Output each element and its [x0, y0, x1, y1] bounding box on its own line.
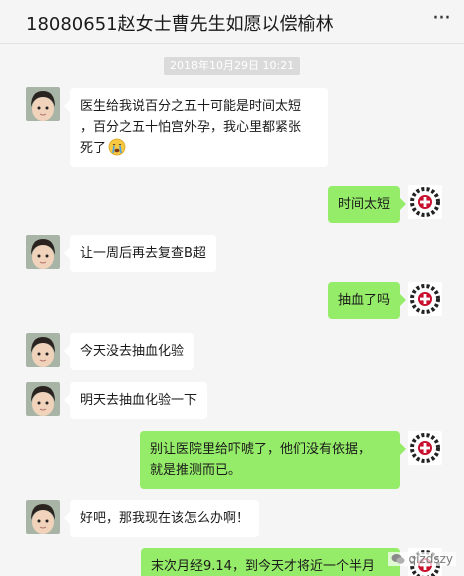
clinic-logo-icon — [408, 431, 442, 465]
message-bubble-outgoing[interactable]: 时间太短 — [327, 186, 407, 223]
message-text-line: 医生给我说百分之五十可能是时间太短 — [80, 99, 302, 114]
message-bubble-incoming[interactable]: 好吧，那我现在该怎么办啊！ — [63, 500, 260, 537]
child-avatar-icon — [26, 333, 60, 367]
message-text-line: 别让医院里给吓唬了，他们没有依据， — [150, 442, 372, 457]
message-bubble-incoming[interactable]: 医生给我说百分之五十可能是时间太短 ，百分之五十怕宫外孕，我心里都紧张 死了 — [64, 88, 328, 167]
message-text-line: 就是推测而已。 — [150, 463, 242, 478]
child-avatar-icon — [26, 87, 60, 121]
crying-face-icon — [108, 138, 126, 156]
message-text-fragment: 死了 — [80, 141, 107, 156]
message-bubble-incoming[interactable]: 明天去抽血化验一下 — [63, 382, 208, 419]
clinic-avatar[interactable] — [408, 431, 442, 465]
message-text: 明天去抽血化验一下 — [80, 393, 198, 408]
user-avatar[interactable] — [26, 235, 60, 269]
wechat-icon — [391, 554, 405, 564]
message-text: 好吧，那我现在该怎么办啊！ — [80, 511, 250, 526]
watermark: qizdszy — [388, 552, 456, 566]
user-avatar[interactable] — [26, 87, 60, 121]
clinic-logo-icon — [408, 185, 442, 219]
chat-area[interactable]: 2018年10月29日 10:21 医生给我说百分之五十可能是时间太短 ，百分之… — [0, 45, 464, 576]
message-text-line: ，百分之五十怕宫外孕，我心里都紧张 — [80, 120, 302, 135]
message-timestamp: 2018年10月29日 10:21 — [164, 57, 301, 75]
child-avatar-icon — [26, 235, 60, 269]
message-bubble-outgoing[interactable]: 末次月经9.14，到今天才将近一个半月 — [141, 548, 400, 576]
message-bubble-outgoing[interactable]: 抽血了吗 — [327, 282, 407, 319]
message-text: 时间太短 — [337, 197, 390, 212]
message-bubble-incoming[interactable]: 今天没去抽血化验 — [63, 333, 195, 370]
child-avatar-icon — [26, 382, 60, 416]
child-avatar-icon — [26, 500, 60, 534]
user-avatar[interactable] — [26, 500, 60, 534]
message-text: 让一周后再去复查B超 — [80, 246, 206, 261]
message-text-line: 死了 — [80, 138, 318, 159]
clinic-avatar[interactable] — [408, 185, 442, 219]
message-bubble-outgoing[interactable]: 别让医院里给吓唬了，他们没有依据， 就是推测而已。 — [140, 431, 406, 489]
user-avatar[interactable] — [26, 382, 60, 416]
ellipsis-icon[interactable]: ··· — [432, 6, 451, 31]
user-avatar[interactable] — [26, 333, 60, 367]
chat-header: 18080651赵女士曹先生如愿以偿榆林 ··· — [0, 0, 464, 44]
chat-title: 18080651赵女士曹先生如愿以偿榆林 — [26, 14, 334, 35]
watermark-text: qizdszy — [408, 552, 453, 566]
clinic-avatar[interactable] — [408, 282, 442, 316]
message-bubble-incoming[interactable]: 让一周后再去复查B超 — [64, 235, 216, 272]
clinic-logo-icon — [408, 282, 442, 316]
message-text: 今天没去抽血化验 — [80, 344, 185, 359]
message-text: 抽血了吗 — [337, 293, 390, 308]
message-text: 末次月经9.14，到今天才将近一个半月 — [151, 559, 375, 574]
